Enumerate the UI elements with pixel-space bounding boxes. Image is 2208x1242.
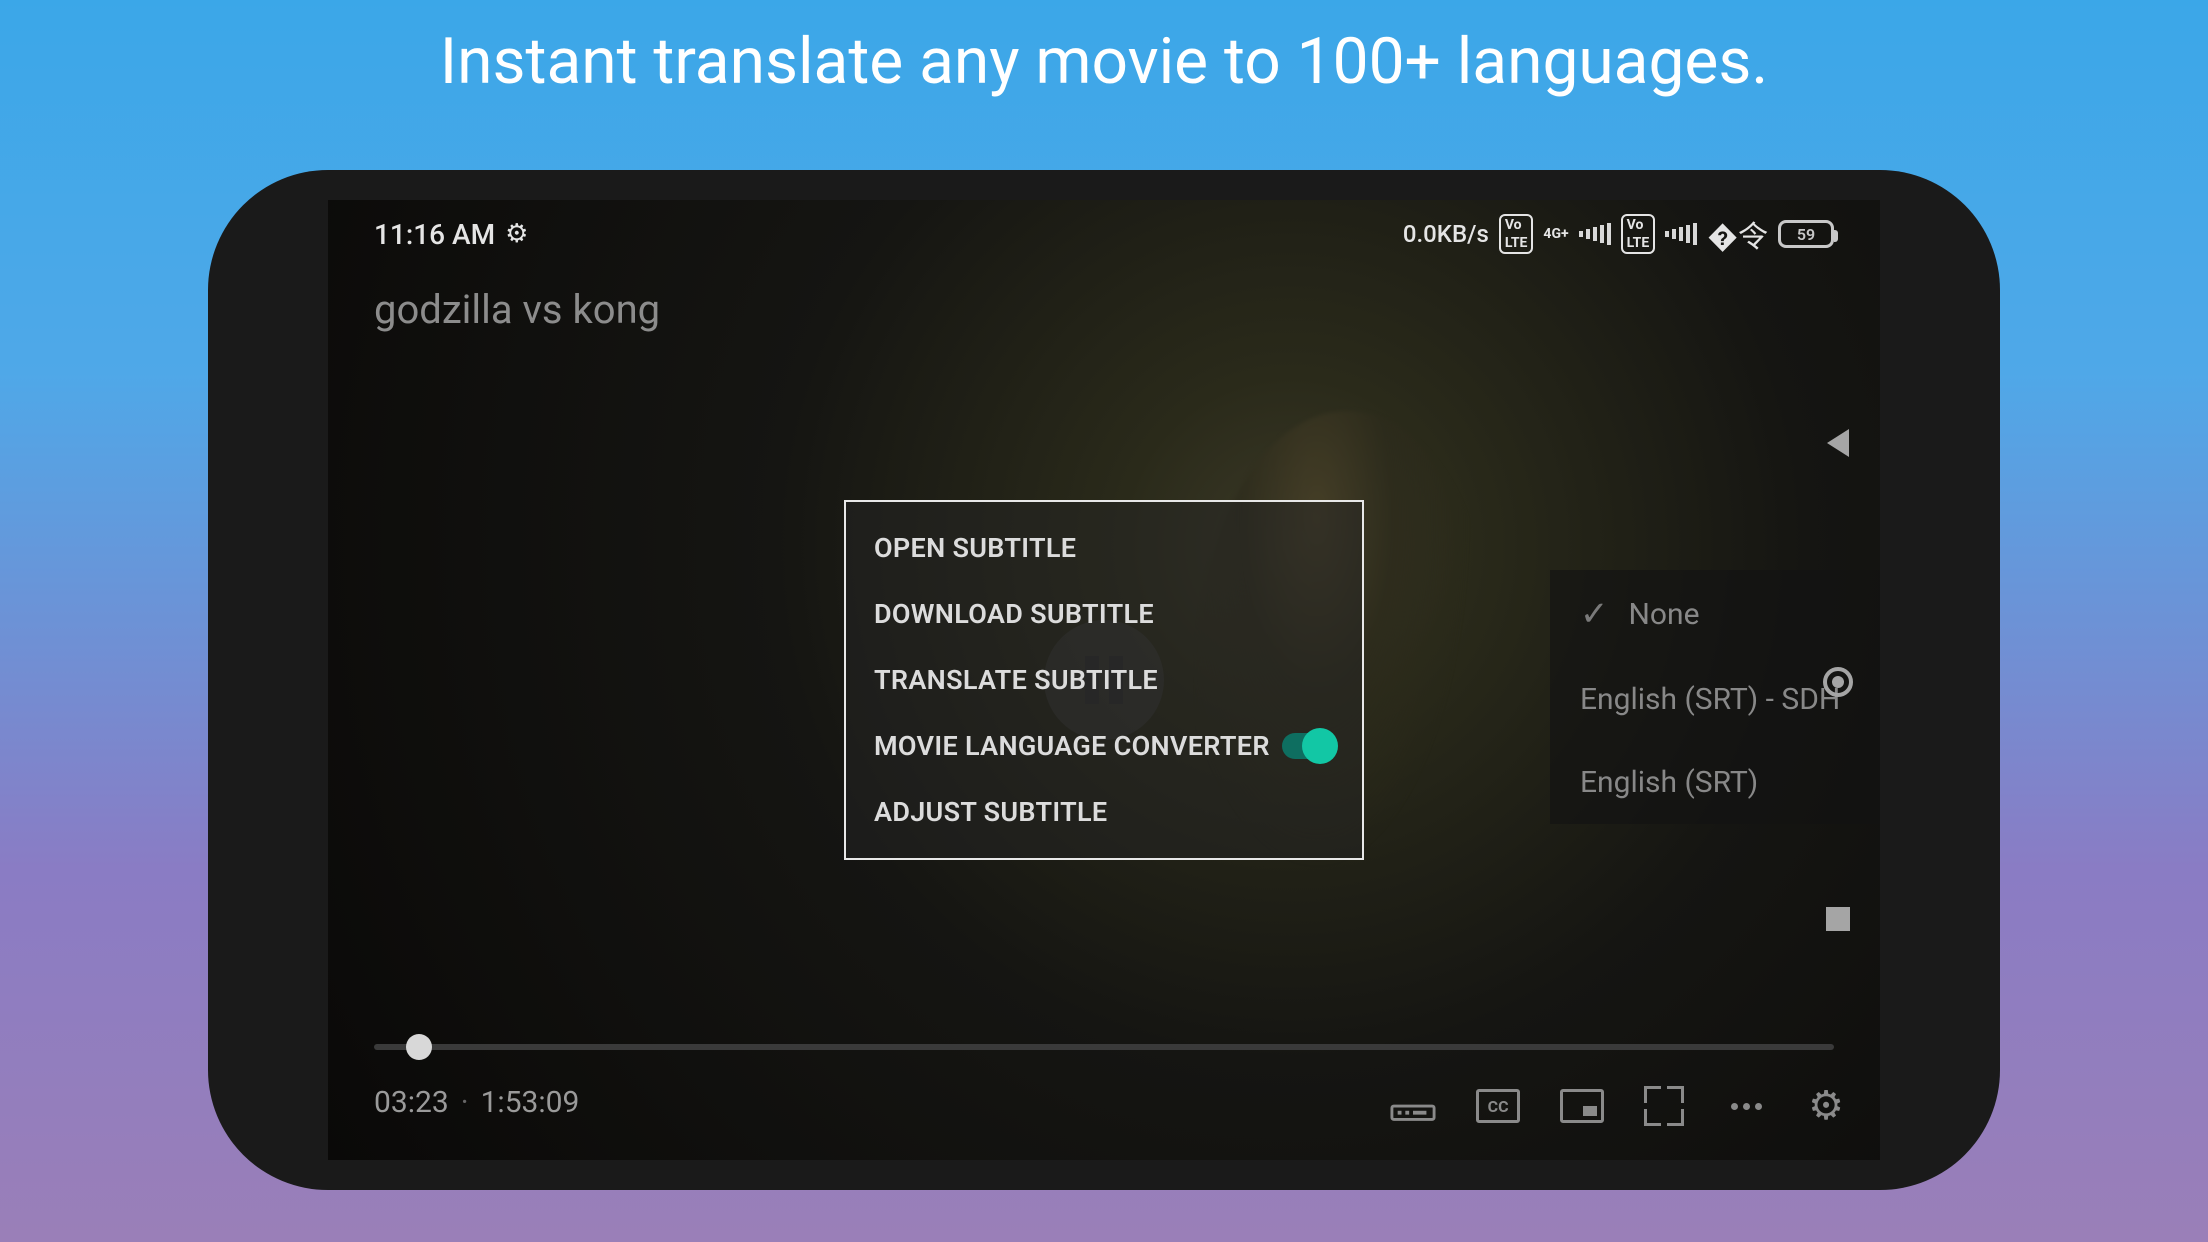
current-time: 03:23	[374, 1085, 449, 1120]
total-time: 1:53:09	[481, 1085, 580, 1120]
subtitle-eng-sdh-label: English (SRT) - SDH	[1580, 682, 1840, 717]
network-type: 4G+	[1543, 226, 1568, 242]
wifi-icon: �令	[1707, 212, 1768, 256]
pip-icon[interactable]	[1560, 1089, 1604, 1123]
subtitle-keyboard-icon[interactable]	[1390, 1088, 1436, 1124]
bottom-controls: CC ⚙	[1390, 1086, 1844, 1126]
signal-2-icon	[1665, 223, 1697, 245]
volte-badge-2: VoLTE	[1621, 214, 1656, 254]
status-time: 11:16 AM	[374, 218, 495, 251]
subtitle-none-label: None	[1629, 597, 1700, 632]
fullscreen-icon[interactable]	[1644, 1086, 1684, 1126]
more-icon[interactable]	[1724, 1089, 1768, 1123]
download-subtitle-label: DOWNLOAD SUBTITLE	[874, 598, 1154, 630]
open-subtitle-item[interactable]: OPEN SUBTITLE	[874, 532, 1334, 564]
subtitle-menu: OPEN SUBTITLE DOWNLOAD SUBTITLE TRANSLAT…	[844, 500, 1364, 860]
open-subtitle-label: OPEN SUBTITLE	[874, 532, 1076, 564]
android-nav-bar	[1820, 200, 1856, 1160]
promo-headline: Instant translate any movie to 100+ lang…	[0, 0, 2208, 99]
volte-badge-1: VoLTE	[1499, 214, 1534, 254]
language-converter-toggle[interactable]	[1282, 733, 1334, 759]
seek-bar[interactable]	[374, 1044, 1834, 1050]
network-speed: 0.0KB/s	[1403, 220, 1489, 248]
seek-thumb[interactable]	[406, 1034, 432, 1060]
time-display: 03:23·1:53:09	[374, 1085, 579, 1120]
check-icon: ✓	[1580, 594, 1609, 634]
movie-title: godzilla vs kong	[374, 286, 660, 333]
translate-subtitle-item[interactable]: TRANSLATE SUBTITLE	[874, 664, 1334, 696]
movie-language-converter-label: MOVIE LANGUAGE CONVERTER	[874, 730, 1270, 762]
nav-recents-icon[interactable]	[1826, 907, 1850, 931]
gear-status-icon: ⚙	[505, 219, 528, 249]
signal-1-icon	[1579, 223, 1611, 245]
subtitle-eng-label: English (SRT)	[1580, 765, 1758, 800]
movie-language-converter-item[interactable]: MOVIE LANGUAGE CONVERTER	[874, 730, 1334, 762]
nav-home-icon[interactable]	[1823, 667, 1853, 697]
download-subtitle-item[interactable]: DOWNLOAD SUBTITLE	[874, 598, 1334, 630]
phone-frame: 11:16 AM ⚙ 0.0KB/s VoLTE 4G+ VoLTE �令 59…	[208, 170, 2000, 1190]
translate-subtitle-label: TRANSLATE SUBTITLE	[874, 664, 1158, 696]
status-bar: 11:16 AM ⚙ 0.0KB/s VoLTE 4G+ VoLTE �令 59	[328, 212, 1880, 256]
adjust-subtitle-item[interactable]: ADJUST SUBTITLE	[874, 796, 1334, 828]
player-screen: 11:16 AM ⚙ 0.0KB/s VoLTE 4G+ VoLTE �令 59…	[328, 200, 1880, 1160]
nav-back-icon[interactable]	[1827, 429, 1849, 457]
adjust-subtitle-label: ADJUST SUBTITLE	[874, 796, 1107, 828]
closed-caption-icon[interactable]: CC	[1476, 1089, 1520, 1123]
